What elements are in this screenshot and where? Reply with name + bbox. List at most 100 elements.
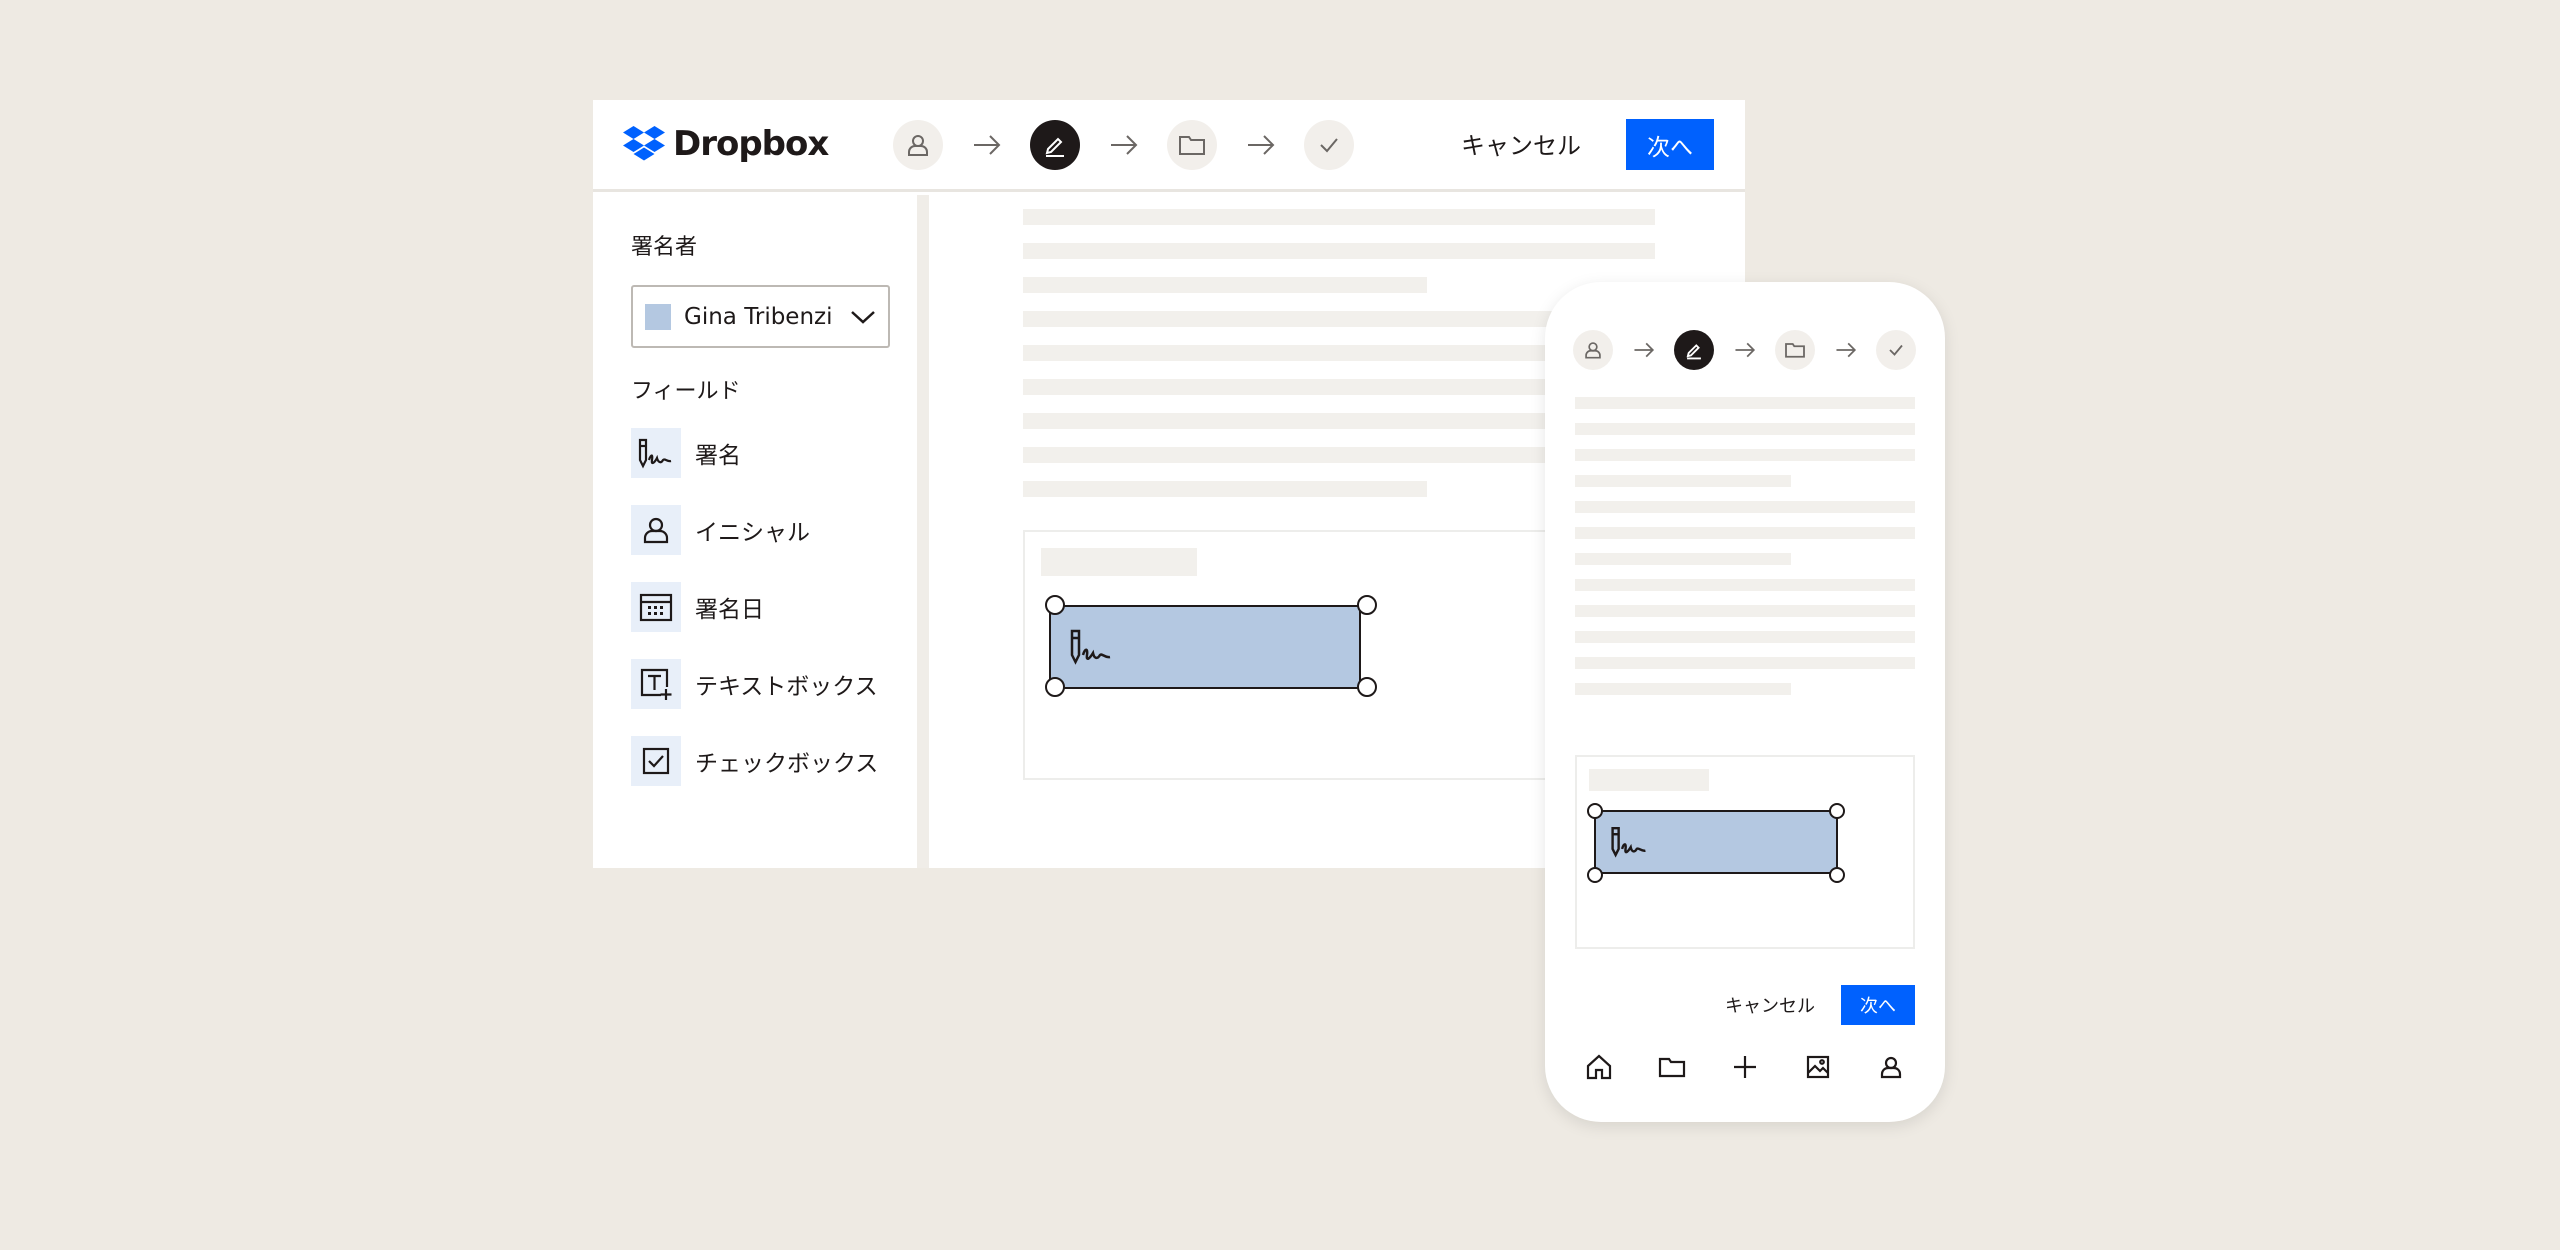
folder-icon bbox=[1179, 136, 1205, 155]
arrow-right-icon bbox=[1734, 342, 1755, 358]
home-icon bbox=[1587, 1054, 1612, 1080]
signer-color-swatch bbox=[645, 303, 671, 330]
folder-icon bbox=[1785, 343, 1805, 358]
checkbox-icon bbox=[631, 736, 681, 786]
resize-handle[interactable] bbox=[1587, 867, 1603, 883]
text-placeholder-line bbox=[1575, 449, 1915, 461]
text-placeholder-line bbox=[1575, 423, 1915, 435]
step-folder[interactable] bbox=[1775, 330, 1815, 370]
person-icon bbox=[1585, 342, 1601, 359]
fields-heading: フィールド bbox=[631, 379, 741, 404]
step-arrow bbox=[1080, 133, 1167, 157]
step-arrow bbox=[943, 133, 1030, 157]
text-placeholder-line bbox=[1023, 209, 1655, 225]
text-placeholder-line bbox=[1023, 243, 1655, 259]
step-arrow bbox=[1815, 341, 1876, 359]
arrow-right-icon bbox=[973, 135, 1000, 155]
arrow-right-icon bbox=[1835, 342, 1856, 358]
fields-sidebar: 署名者 Gina Tribenzi フィールド 署名 イニシャル 署名日 テキス… bbox=[593, 195, 929, 868]
text-placeholder-line bbox=[1023, 481, 1427, 497]
folder-icon bbox=[1659, 1057, 1686, 1078]
person-icon bbox=[1880, 1056, 1901, 1079]
check-icon bbox=[1320, 138, 1338, 153]
signature-icon bbox=[1070, 629, 1111, 665]
nav-home[interactable] bbox=[1579, 1047, 1619, 1087]
bottom-nav bbox=[1545, 1042, 1945, 1092]
check-icon bbox=[1889, 344, 1903, 356]
step-signers[interactable] bbox=[893, 120, 943, 170]
step-review[interactable] bbox=[1304, 120, 1354, 170]
resize-handle[interactable] bbox=[1829, 867, 1845, 883]
field-checkbox[interactable]: チェックボックス bbox=[631, 736, 878, 786]
text-placeholder-line bbox=[1575, 397, 1915, 409]
signature-area-caption bbox=[1589, 769, 1709, 791]
signature-field[interactable] bbox=[1049, 605, 1361, 689]
pen-icon bbox=[1686, 344, 1701, 360]
arrow-right-icon bbox=[1633, 342, 1654, 358]
photos-icon bbox=[1806, 1055, 1829, 1079]
arrow-right-icon bbox=[1110, 135, 1137, 155]
signer-name: Gina Tribenzi bbox=[684, 303, 833, 330]
mobile-progress-steps bbox=[1573, 330, 1916, 370]
field-label: テキストボックス bbox=[695, 674, 878, 700]
signers-heading: 署名者 bbox=[631, 235, 698, 260]
text-placeholder-line bbox=[1575, 657, 1915, 669]
dropbox-glyph-icon bbox=[623, 126, 665, 161]
dropbox-logo[interactable]: Dropbox bbox=[623, 124, 829, 164]
step-arrow bbox=[1217, 133, 1304, 157]
step-arrow bbox=[1613, 341, 1674, 359]
nav-account[interactable] bbox=[1871, 1047, 1911, 1087]
field-label: 署名日 bbox=[695, 597, 764, 623]
progress-steps bbox=[893, 120, 1354, 170]
step-review[interactable] bbox=[1876, 330, 1916, 370]
text-placeholder-line bbox=[1575, 475, 1791, 487]
arrow-right-icon bbox=[1247, 135, 1274, 155]
resize-handle[interactable] bbox=[1587, 803, 1603, 819]
field-label: チェックボックス bbox=[695, 751, 879, 777]
text-placeholder-line bbox=[1575, 631, 1915, 643]
resize-handle[interactable] bbox=[1045, 677, 1065, 697]
step-signers[interactable] bbox=[1573, 330, 1613, 370]
cancel-button[interactable]: キャンセル bbox=[1725, 992, 1815, 1018]
brand-name: Dropbox bbox=[673, 124, 829, 164]
signature-icon bbox=[1611, 826, 1646, 858]
text-placeholder-line bbox=[1575, 527, 1915, 539]
calendar-icon bbox=[631, 582, 681, 632]
textbox-icon bbox=[631, 659, 681, 709]
text-placeholder-line bbox=[1575, 605, 1915, 617]
person-icon bbox=[908, 135, 928, 156]
field-textbox[interactable]: テキストボックス bbox=[631, 659, 878, 709]
person-icon bbox=[631, 505, 681, 555]
plus-icon bbox=[1733, 1056, 1756, 1078]
mobile-device: キャンセル 次へ bbox=[1545, 282, 1945, 1122]
resize-handle[interactable] bbox=[1045, 595, 1065, 615]
resize-handle[interactable] bbox=[1357, 595, 1377, 615]
field-signature[interactable]: 署名 bbox=[631, 428, 741, 478]
cancel-button[interactable]: キャンセル bbox=[1461, 126, 1581, 161]
step-fields[interactable] bbox=[1674, 330, 1714, 370]
top-bar: Dropbox キャンセル 次へ bbox=[593, 100, 1745, 192]
mobile-signature-field[interactable] bbox=[1594, 810, 1838, 874]
nav-files[interactable] bbox=[1652, 1047, 1692, 1087]
step-fields[interactable] bbox=[1030, 120, 1080, 170]
nav-photos[interactable] bbox=[1798, 1047, 1838, 1087]
step-folder[interactable] bbox=[1167, 120, 1217, 170]
resize-handle[interactable] bbox=[1829, 803, 1845, 819]
field-label: イニシャル bbox=[695, 520, 810, 546]
pen-icon bbox=[1045, 137, 1064, 157]
field-initials[interactable]: イニシャル bbox=[631, 505, 810, 555]
nav-create[interactable] bbox=[1725, 1047, 1765, 1087]
text-placeholder-line bbox=[1575, 683, 1791, 695]
field-label: 署名 bbox=[695, 443, 741, 469]
next-button[interactable]: 次へ bbox=[1841, 985, 1915, 1025]
text-placeholder-line bbox=[1575, 579, 1915, 591]
signer-dropdown[interactable]: Gina Tribenzi bbox=[631, 285, 890, 348]
signature-area-caption bbox=[1041, 548, 1197, 576]
text-placeholder-line bbox=[1023, 277, 1427, 293]
chevron-down-icon bbox=[851, 310, 875, 324]
next-button[interactable]: 次へ bbox=[1626, 119, 1714, 170]
resize-handle[interactable] bbox=[1357, 677, 1377, 697]
text-placeholder-line bbox=[1575, 553, 1791, 565]
field-date[interactable]: 署名日 bbox=[631, 582, 764, 632]
text-placeholder-line bbox=[1575, 501, 1915, 513]
